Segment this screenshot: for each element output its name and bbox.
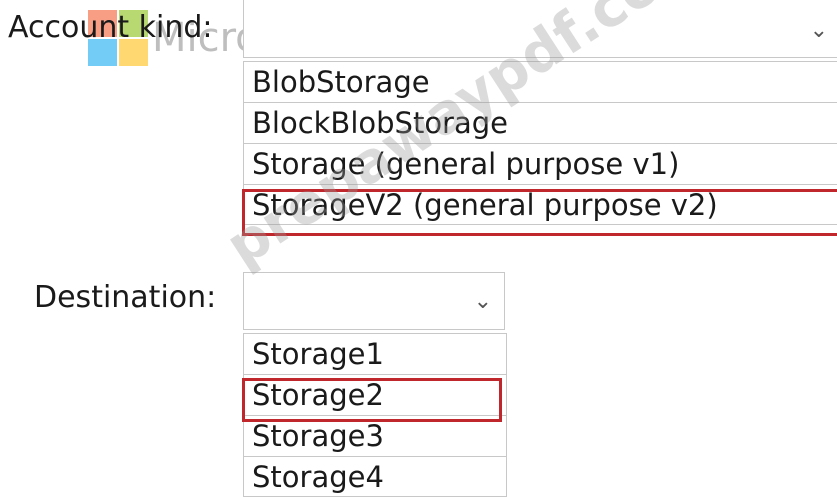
account-kind-select[interactable]: ⌄ [243,0,837,58]
account-kind-option-blobstorage[interactable]: BlobStorage [244,61,837,102]
chevron-down-icon: ⌄ [809,18,828,43]
destination-option-storage1[interactable]: Storage1 [244,333,506,374]
account-kind-option-storage-v2[interactable]: StorageV2 (general purpose v2) [244,184,837,225]
chevron-down-icon: ⌄ [473,289,492,314]
account-kind-label: Account kind: [8,10,213,45]
account-kind-option-blockblobstorage[interactable]: BlockBlobStorage [244,102,837,143]
destination-label: Destination: [34,280,217,315]
destination-option-storage2[interactable]: Storage2 [244,374,506,415]
destination-options: Storage1 Storage2 Storage3 Storage4 [243,333,507,497]
account-kind-options: BlobStorage BlockBlobStorage Storage (ge… [243,61,837,225]
destination-select[interactable]: ⌄ [243,272,505,330]
account-kind-option-storage-v1[interactable]: Storage (general purpose v1) [244,143,837,184]
destination-option-storage3[interactable]: Storage3 [244,415,506,456]
destination-option-storage4[interactable]: Storage4 [244,456,506,497]
